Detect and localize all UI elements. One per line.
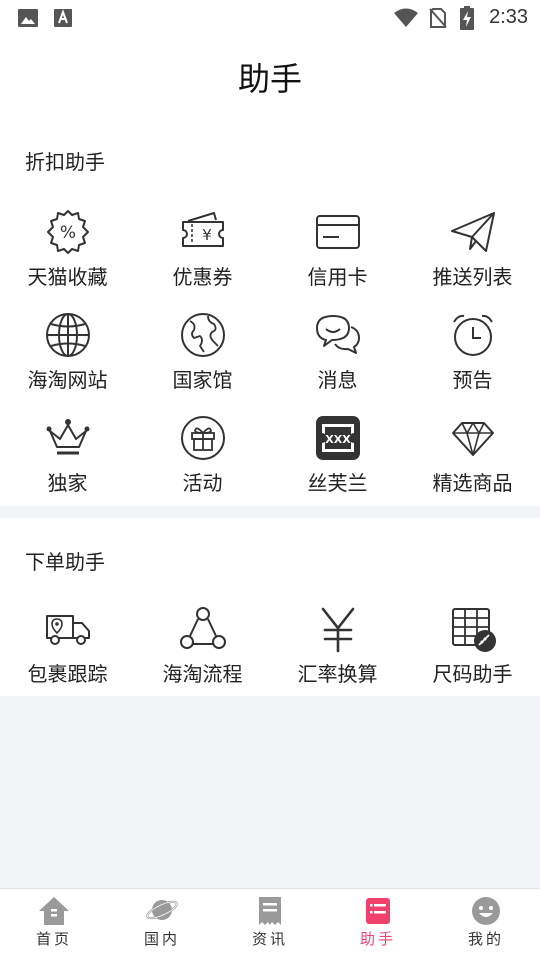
empty-area bbox=[0, 696, 540, 888]
grid-item-sephora[interactable]: XXX 丝芙兰 bbox=[270, 413, 405, 496]
status-bar: 2:33 bbox=[0, 0, 540, 36]
grid-item-size-helper[interactable]: 尺码助手 bbox=[405, 604, 540, 687]
status-time: 2:33 bbox=[489, 6, 528, 28]
grid-item-featured-goods[interactable]: 精选商品 bbox=[405, 413, 540, 496]
grid-item-country-pavilion[interactable]: 国家馆 bbox=[135, 310, 270, 393]
section-title: 折扣助手 bbox=[25, 150, 105, 174]
bottom-tab-bar: 首页 国内 资讯 助手 我的 bbox=[0, 888, 540, 960]
grid-item-label: 国家馆 bbox=[172, 368, 233, 392]
grid-item-exclusive[interactable]: 独家 bbox=[0, 413, 135, 496]
grid-item-preview[interactable]: 预告 bbox=[405, 310, 540, 393]
grid-item-label: 活动 bbox=[182, 471, 223, 495]
process-flow-icon bbox=[179, 607, 226, 649]
grid-item-haitao-process[interactable]: 海淘流程 bbox=[135, 604, 270, 687]
grid-item-credit-card[interactable]: 信用卡 bbox=[270, 207, 405, 290]
grid-item-label: 尺码助手 bbox=[432, 662, 513, 686]
battery-charging-icon bbox=[460, 6, 474, 30]
font-notification-icon bbox=[54, 9, 72, 27]
tab-label: 国内 bbox=[143, 930, 180, 948]
grid-item-tmall-favorites[interactable]: % 天猫收藏 bbox=[0, 207, 135, 290]
image-notification-icon bbox=[18, 9, 38, 27]
order-helper-section: 下单助手 包裹跟踪 海淘流程 汇率换算 尺码助手 bbox=[0, 518, 540, 696]
sephora-icon: XXX bbox=[315, 416, 360, 460]
tab-label: 首页 bbox=[35, 930, 72, 948]
crown-icon bbox=[46, 419, 89, 455]
grid-item-label: 天猫收藏 bbox=[27, 265, 108, 289]
grid-item-label: 独家 bbox=[47, 471, 88, 495]
grid-item-label: 海淘网站 bbox=[27, 368, 108, 392]
page-header: 助手 bbox=[0, 36, 540, 122]
gift-icon bbox=[180, 416, 225, 460]
planet-icon bbox=[146, 900, 178, 920]
grid-item-label: 包裹跟踪 bbox=[27, 662, 108, 686]
grid-item-label: 预告 bbox=[452, 368, 493, 392]
alarm-clock-icon bbox=[452, 314, 493, 356]
grid-item-label: 汇率换算 bbox=[297, 662, 378, 686]
grid-item-label: 丝芙兰 bbox=[307, 471, 368, 495]
percent-badge-icon: % bbox=[46, 210, 89, 254]
earth-icon bbox=[180, 313, 225, 357]
grid-item-label: 优惠券 bbox=[172, 265, 233, 289]
grid-item-label: 消息 bbox=[317, 368, 358, 392]
grid-item-activities[interactable]: 活动 bbox=[135, 413, 270, 496]
chat-bubbles-icon bbox=[315, 315, 360, 354]
grid-item-label: 信用卡 bbox=[307, 265, 368, 289]
svg-text:¥: ¥ bbox=[202, 226, 212, 244]
globe-icon bbox=[45, 313, 90, 357]
helper-list-icon bbox=[366, 898, 390, 924]
yen-icon bbox=[321, 607, 354, 653]
tab-news[interactable]: 资讯 bbox=[216, 889, 324, 960]
credit-card-icon bbox=[315, 215, 360, 249]
discount-helper-section: 折扣助手 % 天猫收藏 ¥ 优惠券 信用卡 推送列表 海淘网站 国家馆 消息 预… bbox=[0, 122, 540, 506]
tab-mine[interactable]: 我的 bbox=[432, 889, 540, 960]
grid-item-label: 海淘流程 bbox=[162, 662, 243, 686]
delivery-truck-icon bbox=[45, 615, 90, 645]
tab-domestic[interactable]: 国内 bbox=[108, 889, 216, 960]
grid-item-label: 推送列表 bbox=[432, 265, 513, 289]
grid-item-messages[interactable]: 消息 bbox=[270, 310, 405, 393]
tab-home[interactable]: 首页 bbox=[0, 889, 108, 960]
tab-label: 资讯 bbox=[251, 930, 288, 948]
grid-item-push-list[interactable]: 推送列表 bbox=[405, 207, 540, 290]
wifi-icon bbox=[394, 8, 418, 27]
tab-label: 助手 bbox=[359, 930, 396, 948]
sephora-icon-text: XXX bbox=[325, 433, 351, 446]
tab-label: 我的 bbox=[467, 930, 504, 948]
grid-item-haitao-sites[interactable]: 海淘网站 bbox=[0, 310, 135, 393]
grid-item-package-tracking[interactable]: 包裹跟踪 bbox=[0, 604, 135, 687]
diamond-icon bbox=[451, 422, 494, 456]
smiley-face-icon bbox=[472, 897, 500, 925]
no-sim-icon bbox=[429, 8, 447, 28]
section-title: 下单助手 bbox=[25, 550, 105, 574]
grid-item-coupons[interactable]: ¥ 优惠券 bbox=[135, 207, 270, 290]
coupon-icon: ¥ bbox=[181, 212, 224, 247]
page-title: 助手 bbox=[237, 60, 302, 98]
grid-item-label: 精选商品 bbox=[432, 471, 513, 495]
grid-item-exchange-rate[interactable]: 汇率换算 bbox=[270, 604, 405, 687]
svg-text:%: % bbox=[59, 223, 75, 243]
size-chart-icon bbox=[451, 608, 496, 652]
home-icon bbox=[39, 897, 69, 925]
paper-plane-icon bbox=[450, 212, 495, 252]
receipt-icon bbox=[259, 897, 281, 925]
tab-helper[interactable]: 助手 bbox=[324, 889, 432, 960]
